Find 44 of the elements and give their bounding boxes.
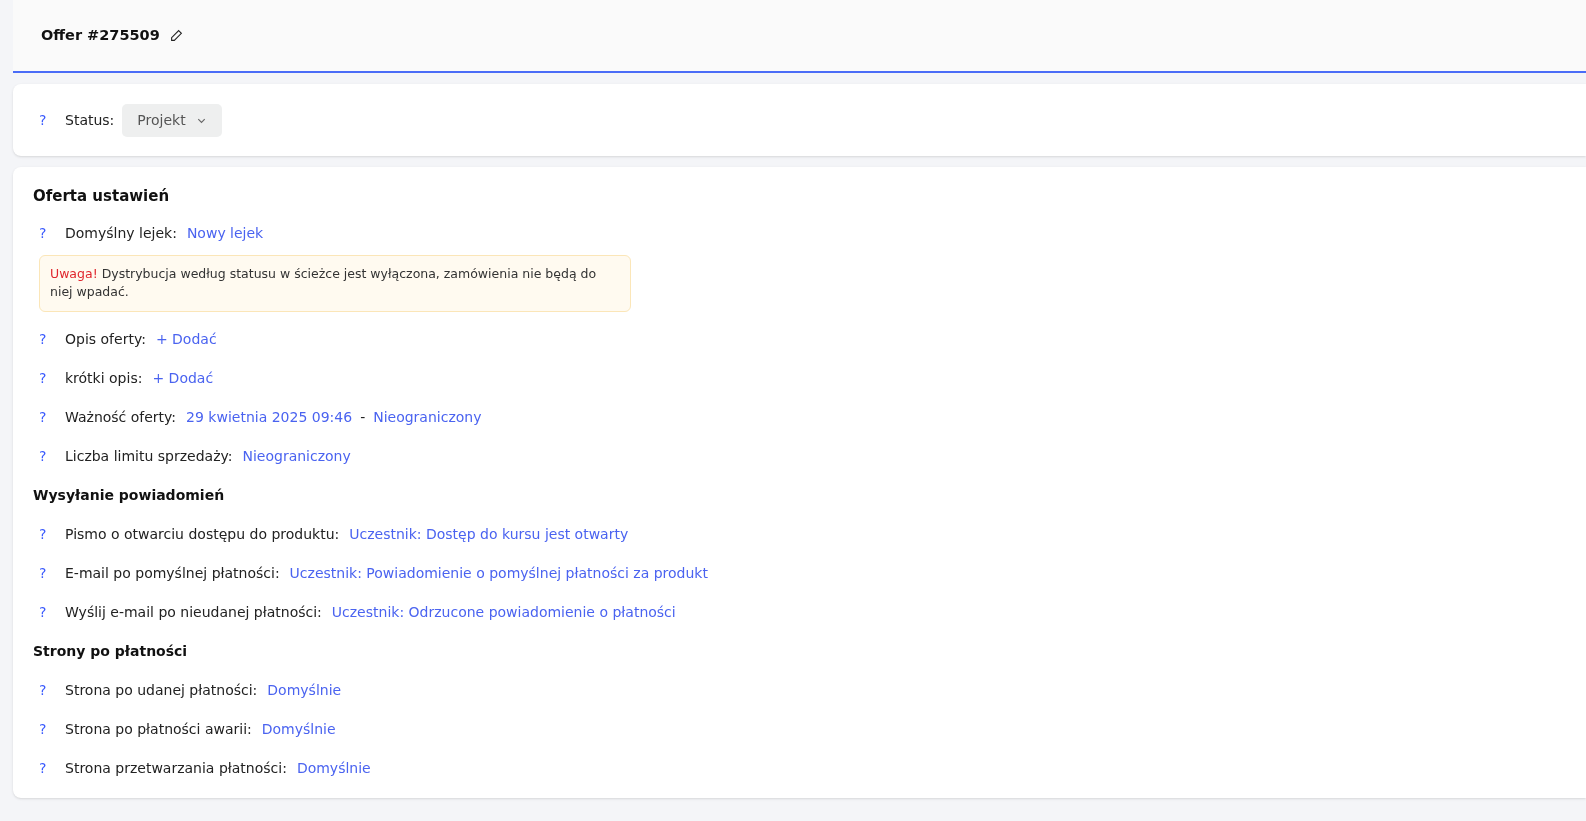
value-link[interactable]: Uczestnik: Dostęp do kursu jest otwarty [349,524,629,545]
field-label: Strona po udanej płatności: [65,681,258,700]
help-button[interactable]: ? [39,109,53,131]
help-button[interactable]: ? [39,524,53,545]
help-button[interactable]: ? [39,222,53,244]
help-button[interactable]: ? [39,758,53,779]
help-button[interactable]: ? [39,407,53,428]
value-link[interactable]: Nieograniczony [242,446,351,467]
help-button[interactable]: ? [39,368,53,389]
value-link[interactable]: + Dodać [155,329,217,350]
help-button[interactable]: ? [39,329,53,350]
help-button[interactable]: ? [39,563,53,584]
value-link[interactable]: Uczestnik: Powiadomienie o pomyślnej płatności za produkt [289,563,708,584]
value-link[interactable]: Domyślnie [261,719,336,740]
help-button[interactable]: ? [39,602,53,623]
card-title: Oferta ustawień [33,186,171,207]
help-button[interactable]: ? [39,680,53,701]
section-heading: Wysyłanie powiadomień [33,486,226,505]
field-label: krótki opis: [65,369,143,388]
value-link[interactable]: Domyślnie [267,680,342,701]
warning-banner: Uwaga! Dystrybucja według statusu w ścieżce jest wyłączona, zamówienia nie będą do niej wpadać. [39,254,631,312]
page-title: Offer #275509 [41,25,160,45]
field-label: Strona przetwarzania płatności: [65,759,287,778]
value-link[interactable]: Nowy lejek [186,222,264,244]
field-label: Liczba limitu sprzedaży: [65,447,233,466]
value-link[interactable]: Domyślnie [296,758,371,779]
field-label: Ważność oferty: [65,408,177,427]
field-label: Opis oferty: [65,330,146,349]
pencil-icon[interactable] [169,29,183,42]
value-link[interactable]: + Dodać [152,368,214,389]
help-button[interactable]: ? [39,446,53,467]
range-separator: - [360,408,366,427]
status-dropdown[interactable]: Projekt [122,103,222,137]
field-label: E-mail po pomyślnej płatności: [65,564,280,583]
field-label: Pismo o otwarciu dostępu do produktu: [65,525,340,544]
status-label: Status: [65,110,115,130]
value-link[interactable]: 29 kwietnia 2025 09:46 [186,407,353,428]
field-label: Domyślny lejek: [65,223,177,243]
value-link[interactable]: Uczestnik: Odrzucone powiadomienie o płatności [331,602,676,623]
help-button[interactable]: ? [39,719,53,740]
field-label: Wyślij e-mail po nieudanej płatności: [65,603,322,622]
section-heading: Strony po płatności [33,642,189,661]
value-link[interactable]: Nieograniczony [373,407,482,428]
field-label: Strona po płatności awarii: [65,720,252,739]
